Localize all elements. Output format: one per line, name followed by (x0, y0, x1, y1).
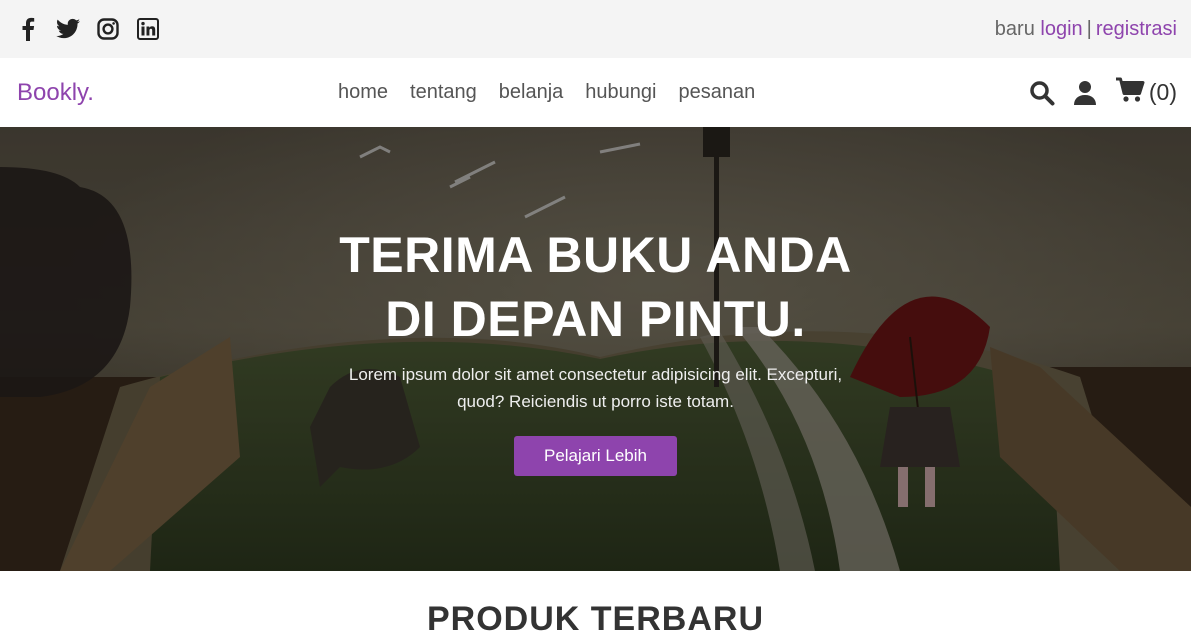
auth-separator: | (1086, 17, 1092, 40)
nav-icons: (0) (1029, 77, 1177, 108)
user-icon[interactable] (1073, 80, 1097, 106)
instagram-icon[interactable] (96, 17, 120, 41)
section-title-latest-products: PRODUK TERBARU (427, 600, 764, 638)
nav-link-hubungi[interactable]: hubungi (585, 81, 656, 104)
cart-icon (1115, 77, 1145, 108)
register-link[interactable]: registrasi (1096, 18, 1177, 40)
learn-more-button[interactable]: Pelajari Lebih (513, 436, 677, 476)
nav-link-tentang[interactable]: tentang (410, 81, 477, 104)
auth-prefix: baru (994, 17, 1035, 40)
nav-link-pesanan[interactable]: pesanan (678, 81, 755, 104)
login-link[interactable]: login (1040, 18, 1082, 40)
search-icon[interactable] (1029, 80, 1055, 106)
hero-description-line2: quod? Reiciendis ut porro iste totam. (457, 392, 734, 411)
nav-links: home tentang belanja hubungi pesanan (338, 58, 755, 127)
site-logo[interactable]: Bookly. (17, 79, 94, 107)
cart-button[interactable]: (0) (1115, 77, 1177, 108)
hero-content: TERIMA BUKU ANDA DI DEPAN PINTU. Lorem i… (0, 223, 1191, 476)
top-bar: baru login | registrasi (0, 0, 1191, 58)
nav-link-home[interactable]: home (338, 81, 388, 104)
hero-title-line2: DI DEPAN PINTU. (385, 291, 806, 347)
social-links (16, 17, 160, 41)
hero-title-line1: TERIMA BUKU ANDA (339, 227, 852, 283)
linkedin-icon[interactable] (136, 17, 160, 41)
hero-banner: TERIMA BUKU ANDA DI DEPAN PINTU. Lorem i… (0, 127, 1191, 571)
hero-description-line1: Lorem ipsum dolor sit amet consectetur a… (348, 365, 843, 384)
cart-count: (0) (1148, 79, 1177, 105)
auth-links: baru login | registrasi (995, 18, 1177, 41)
main-navbar: Bookly. home tentang belanja hubungi pes… (0, 58, 1191, 127)
hero-description: Lorem ipsum dolor sit amet consectetur a… (0, 361, 1191, 415)
hero-title: TERIMA BUKU ANDA DI DEPAN PINTU. (0, 223, 1191, 351)
twitter-icon[interactable] (56, 17, 80, 41)
nav-link-belanja[interactable]: belanja (499, 81, 564, 104)
facebook-icon[interactable] (16, 17, 40, 41)
